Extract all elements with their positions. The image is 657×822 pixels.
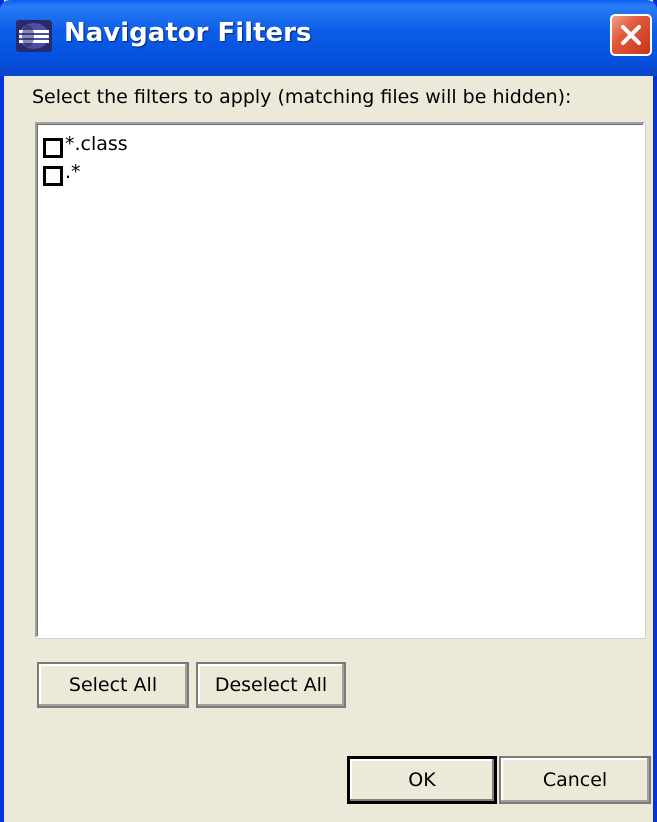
filter-item-label: .* <box>65 161 81 183</box>
select-all-button[interactable]: Select All <box>37 662 189 708</box>
cancel-button[interactable]: Cancel <box>499 756 651 804</box>
window-title: Navigator Filters <box>64 18 312 48</box>
ok-button[interactable]: OK <box>347 756 497 804</box>
checkbox-icon[interactable] <box>43 138 63 158</box>
filter-item-class[interactable]: *.class <box>43 134 128 162</box>
checkbox-icon[interactable] <box>43 166 63 186</box>
filter-item-label: *.class <box>65 133 128 155</box>
filter-instruction: Select the filters to apply (matching fi… <box>32 86 572 108</box>
eclipse-app-icon <box>14 16 54 56</box>
title-bar[interactable]: Navigator Filters <box>0 0 657 76</box>
close-button[interactable] <box>610 14 652 56</box>
navigator-filters-dialog: Navigator Filters Select the filters to … <box>0 0 657 822</box>
filter-item-dotfiles[interactable]: .* <box>43 162 81 190</box>
filter-list[interactable]: *.class .* <box>35 122 645 638</box>
deselect-all-button[interactable]: Deselect All <box>196 662 346 708</box>
